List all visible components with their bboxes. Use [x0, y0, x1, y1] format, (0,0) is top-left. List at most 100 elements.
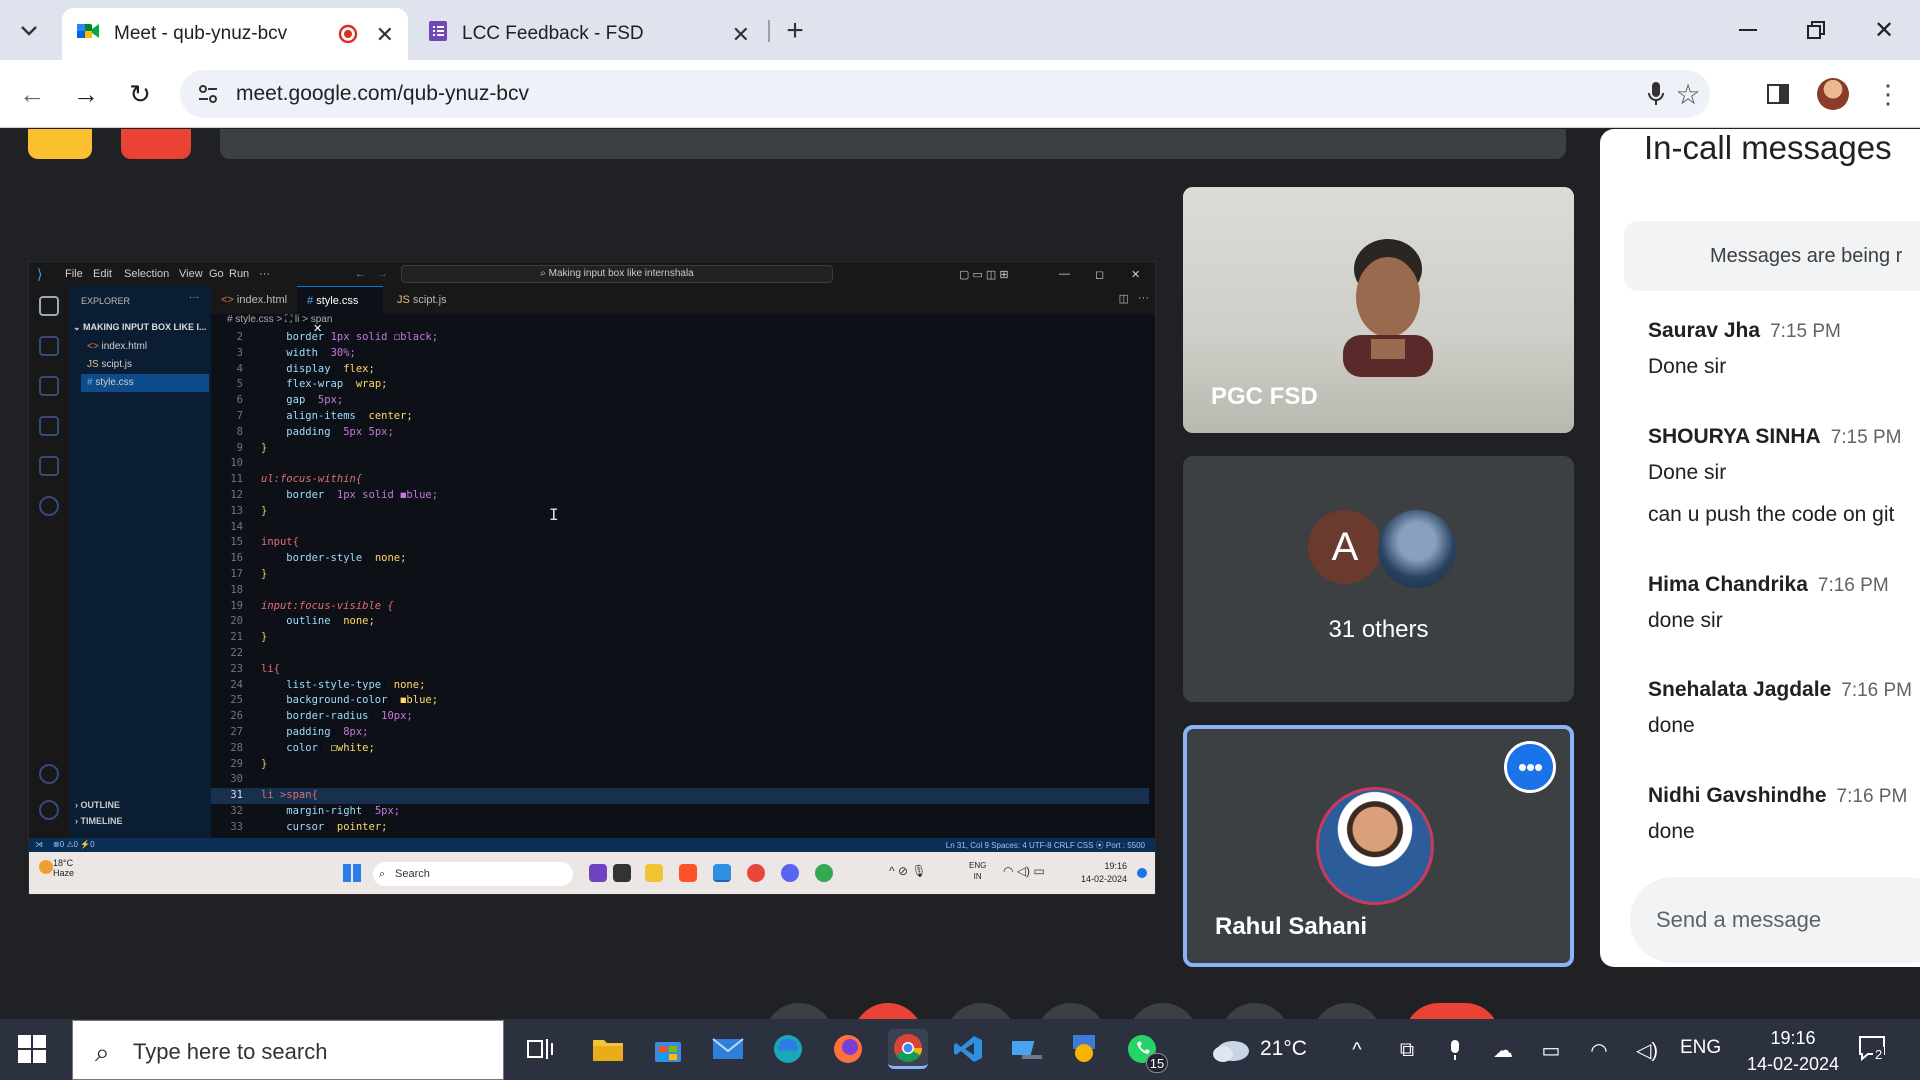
- close-window-icon[interactable]: ✕: [1864, 12, 1904, 48]
- shared-clock[interactable]: 19:16 14-02-2024: [1081, 860, 1127, 886]
- code-editor[interactable]: 2 border:1px solid ◻black; 3 width: 30%; 4…: [211, 330, 1149, 838]
- side-panel-icon[interactable]: [1760, 76, 1796, 112]
- close-tab-icon[interactable]: ✕: [376, 22, 394, 48]
- restore-icon[interactable]: ◻: [1095, 268, 1104, 281]
- run-debug-icon[interactable]: [39, 416, 59, 436]
- menu-view[interactable]: View: [179, 268, 203, 280]
- code-line[interactable]: 2 border:1px solid ◻black;: [211, 330, 1149, 346]
- code-line[interactable]: 7 align-items: center;: [211, 409, 1149, 425]
- chrome-icon[interactable]: [747, 864, 765, 882]
- language-indicator[interactable]: ENG IN: [969, 860, 986, 882]
- profile-avatar[interactable]: [1817, 78, 1849, 110]
- code-line[interactable]: 8 padding: 5px 5px;: [211, 425, 1149, 441]
- vscode-icon[interactable]: [948, 1029, 988, 1069]
- code-line[interactable]: 33 cursor: pointer;: [211, 820, 1149, 836]
- layout-icons[interactable]: ▢ ▭ ◫ ⊞: [959, 268, 1009, 281]
- microphone-icon[interactable]: [1642, 80, 1670, 108]
- editor-tab-style-css[interactable]: # style.css ✕: [297, 286, 383, 335]
- volume-icon[interactable]: ◁): [1634, 1037, 1660, 1063]
- tab-meet[interactable]: Meet - qub-ynuz-bcv ✕: [62, 8, 408, 60]
- editor-more-icon[interactable]: ···: [1138, 292, 1149, 304]
- mail-icon[interactable]: [708, 1029, 748, 1069]
- chrome-icon[interactable]: [888, 1029, 928, 1069]
- code-line[interactable]: 26 border-radius: 10px;: [211, 709, 1149, 725]
- microphone-icon[interactable]: [1442, 1037, 1468, 1063]
- kebab-menu-icon[interactable]: ⋮: [1870, 76, 1906, 112]
- code-line[interactable]: 5 flex-wrap: wrap;: [211, 377, 1149, 393]
- settings-gear-icon[interactable]: [39, 800, 59, 820]
- restore-icon[interactable]: [1796, 12, 1836, 48]
- firefox-icon[interactable]: [828, 1029, 868, 1069]
- back-arrow-icon[interactable]: ←: [355, 268, 366, 280]
- brave-icon[interactable]: [679, 864, 697, 882]
- extensions-icon[interactable]: [39, 456, 59, 476]
- code-line[interactable]: 28 color: ◻white;: [211, 741, 1149, 757]
- breadcrumb[interactable]: # style.css > ⛶ li > span: [211, 314, 1155, 330]
- weather-temp[interactable]: 21°C: [1260, 1037, 1307, 1061]
- menu-go[interactable]: Go: [209, 268, 224, 280]
- code-line[interactable]: 3 width: 30%;: [211, 346, 1149, 362]
- taskbar-search[interactable]: ⌕ Search: [373, 862, 573, 886]
- vscode-icon[interactable]: [713, 864, 731, 882]
- menu-more[interactable]: ···: [259, 268, 270, 280]
- code-line[interactable]: 10: [211, 456, 1149, 472]
- file-style-css[interactable]: # style.css: [81, 374, 209, 392]
- code-line[interactable]: 32 margin-right: 5px;: [211, 804, 1149, 820]
- code-line[interactable]: 16 border-style: none;: [211, 551, 1149, 567]
- code-line[interactable]: 17}: [211, 567, 1149, 583]
- code-line[interactable]: 25 background-color: ◼blue;: [211, 693, 1149, 709]
- meet-now-icon[interactable]: ⧉: [1394, 1037, 1420, 1063]
- code-line[interactable]: 12 border: 1px solid ◼blue;: [211, 488, 1149, 504]
- explorer-more-icon[interactable]: ···: [189, 292, 199, 303]
- back-arrow-icon[interactable]: ←: [14, 76, 50, 112]
- microsoft-store-icon[interactable]: [648, 1029, 688, 1069]
- taskbar-search-box[interactable]: ⌕ Type here to search: [72, 1020, 504, 1080]
- close-tab-icon[interactable]: ✕: [732, 22, 750, 48]
- language-indicator[interactable]: ENG: [1680, 1037, 1721, 1059]
- code-line[interactable]: 20 outline: none;: [211, 614, 1149, 630]
- status-right[interactable]: Ln 31, Col 9 Spaces: 4 UTF-8 CRLF CSS ⦿ …: [946, 840, 1145, 851]
- file-explorer-icon[interactable]: [645, 864, 663, 882]
- code-line[interactable]: 29}: [211, 757, 1149, 773]
- project-folder[interactable]: ⌄ MAKING INPUT BOX LIKE I...: [73, 322, 207, 333]
- file-index-html[interactable]: <> index.html: [81, 338, 209, 356]
- forward-arrow-icon[interactable]: →: [377, 268, 388, 280]
- windows-start-icon[interactable]: [18, 1035, 48, 1065]
- code-line[interactable]: 21}: [211, 630, 1149, 646]
- source-control-icon[interactable]: [39, 376, 59, 396]
- wifi-icon[interactable]: ◠: [1586, 1037, 1612, 1063]
- taskbar-clock[interactable]: 19:16 14-02-2024: [1738, 1025, 1848, 1077]
- code-line[interactable]: 23 li{: [211, 662, 1149, 678]
- editor-tab-scipt-js[interactable]: JS scipt.js: [387, 286, 457, 314]
- timeline-section[interactable]: › TIMELINE: [75, 816, 123, 826]
- forward-arrow-icon[interactable]: →: [68, 76, 104, 112]
- onedrive-cloud-icon[interactable]: ☁: [1490, 1037, 1516, 1063]
- site-info-icon[interactable]: [196, 82, 220, 106]
- network-share-icon[interactable]: [1008, 1029, 1048, 1069]
- battery-icon[interactable]: ▭: [1538, 1037, 1564, 1063]
- reload-icon[interactable]: ↻: [122, 76, 158, 112]
- code-line[interactable]: 6 gap: 5px;: [211, 393, 1149, 409]
- notification-center-icon[interactable]: 2: [1858, 1035, 1888, 1065]
- code-line[interactable]: 9}: [211, 441, 1149, 457]
- file-scipt-js[interactable]: JS scipt.js: [81, 356, 209, 374]
- command-center-search[interactable]: ⌕ Making input box like internshala: [401, 265, 833, 283]
- menu-edit[interactable]: Edit: [93, 268, 112, 280]
- code-line[interactable]: 19 input:focus-visible {: [211, 599, 1149, 615]
- remote-indicator-icon[interactable]: ⋊: [35, 840, 43, 849]
- problems-indicator[interactable]: ⊗0 ⚠0 ⚡0: [53, 840, 95, 849]
- menu-selection[interactable]: Selection: [124, 268, 169, 280]
- show-hidden-icons-chevron-icon[interactable]: ^: [1344, 1037, 1370, 1063]
- discord-icon[interactable]: [781, 864, 799, 882]
- code-line[interactable]: 27 padding: 8px;: [211, 725, 1149, 741]
- bookmark-star-icon[interactable]: ☆: [1674, 79, 1702, 110]
- windows-start-icon[interactable]: [343, 864, 361, 882]
- menu-run[interactable]: Run: [229, 268, 249, 280]
- split-editor-icon[interactable]: ◫: [1119, 292, 1129, 305]
- code-line[interactable]: 4 display: flex;: [211, 362, 1149, 378]
- new-tab-plus-icon[interactable]: +: [778, 14, 812, 48]
- tab-search-chevron-icon[interactable]: [8, 14, 50, 48]
- code-line[interactable]: 11 ul:focus-within{: [211, 472, 1149, 488]
- code-line[interactable]: 18: [211, 583, 1149, 599]
- more-options-button[interactable]: •••: [1504, 741, 1556, 793]
